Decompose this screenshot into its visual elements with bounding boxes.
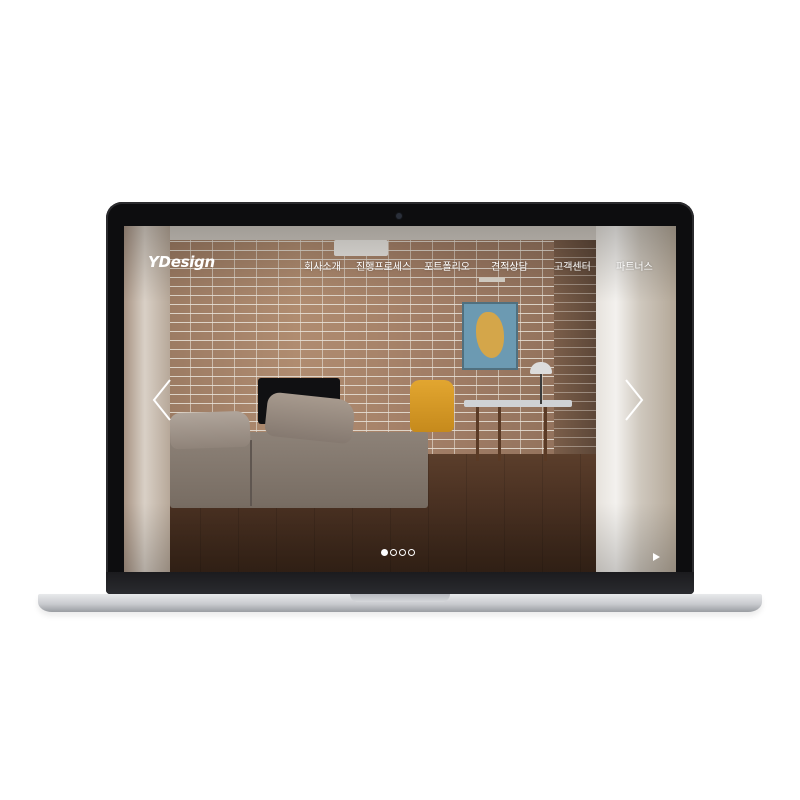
slider-next-button[interactable] [622,378,646,422]
nav-item-portfolio[interactable]: 포트폴리오 [424,258,470,273]
nav-item-partners[interactable]: 파트너스 [616,258,653,273]
chevron-right-icon [625,379,644,421]
webcam-icon [396,213,402,219]
site-logo[interactable]: YDesign [148,253,215,271]
play-icon[interactable] [653,553,660,561]
laptop-opening-notch [350,594,450,602]
pager-dot-4[interactable] [408,549,415,556]
nav-item-estimate[interactable]: 견적상담 [491,258,528,273]
pager-dot-2[interactable] [390,549,397,556]
pager-dot-1[interactable] [381,549,388,556]
chevron-left-icon [152,379,171,421]
site-header: YDesign 회사소개 진행프로세스 포트폴리오 견적상담 고객센터 파트너스 [124,226,676,302]
pager-dot-3[interactable] [399,549,406,556]
laptop-bezel-bottom [106,572,694,594]
nav-item-company[interactable]: 회사소개 [304,258,341,273]
slider-prev-button[interactable] [150,378,174,422]
website-screen: YDesign 회사소개 진행프로세스 포트폴리오 견적상담 고객센터 파트너스 [124,226,676,572]
nav-item-support[interactable]: 고객센터 [554,258,591,273]
nav-item-process[interactable]: 진행프로세스 [356,258,411,273]
